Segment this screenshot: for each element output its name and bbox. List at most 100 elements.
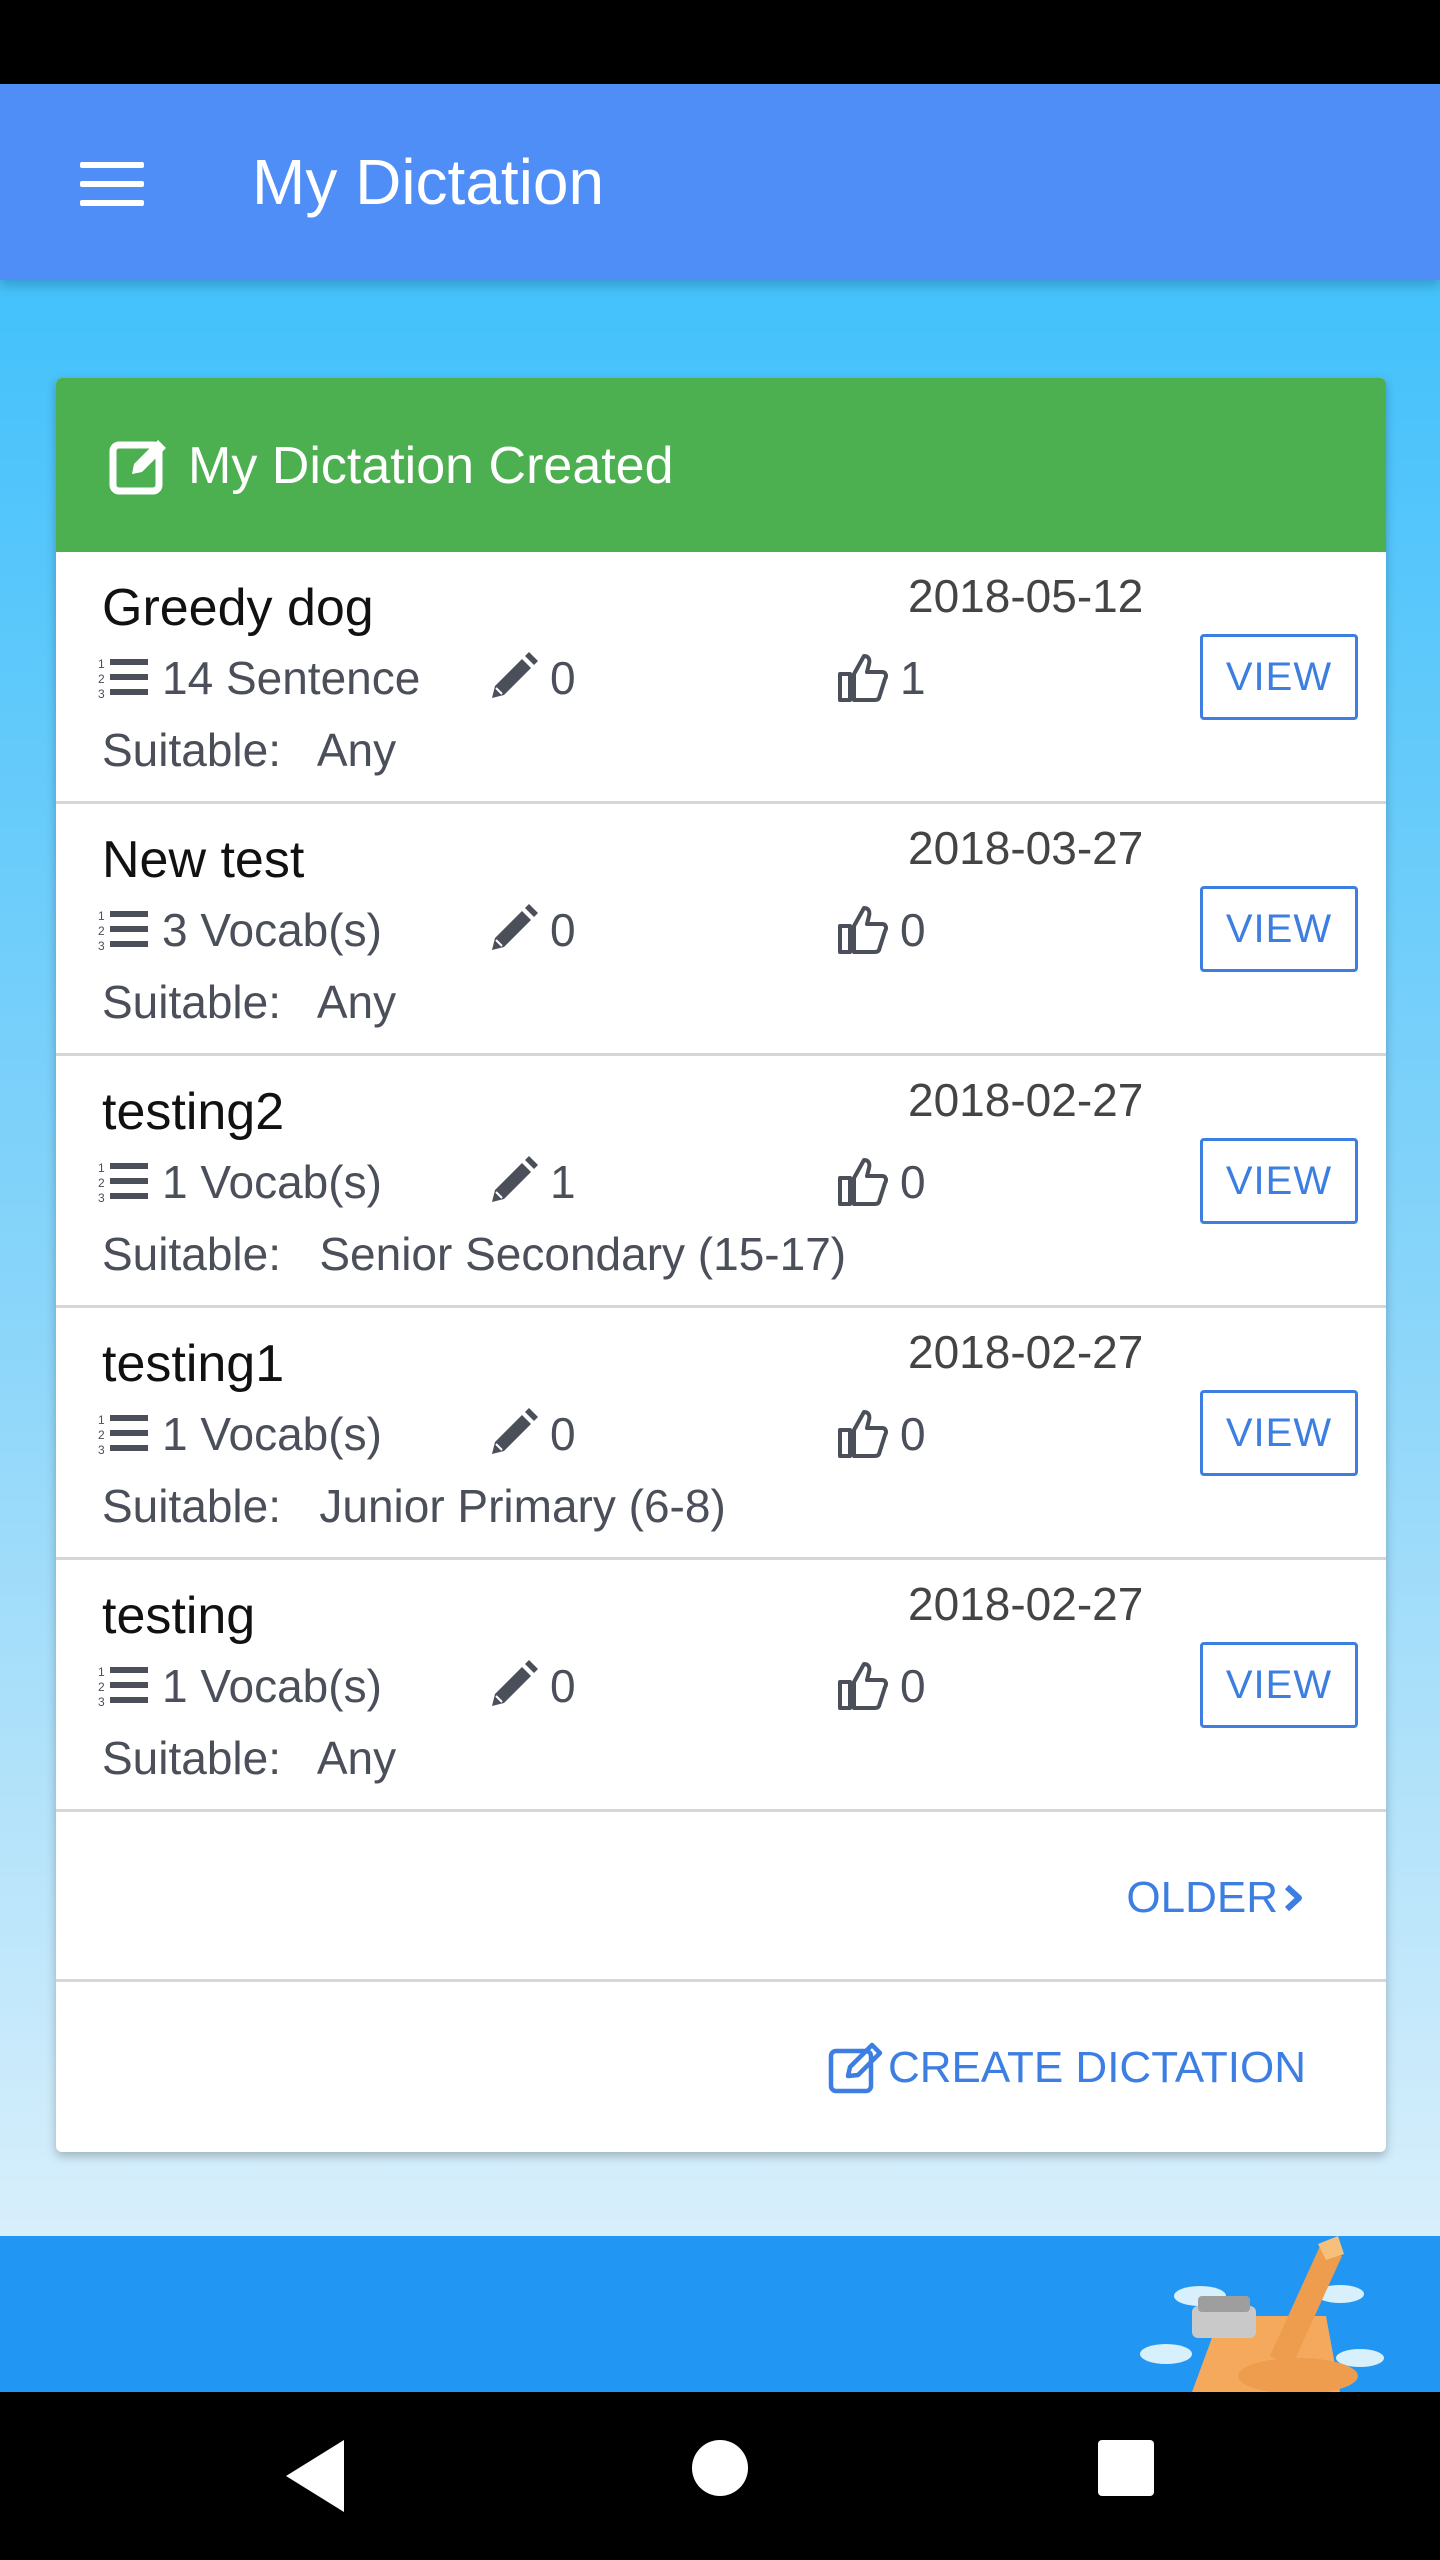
edit-count-text: 0 xyxy=(550,904,576,956)
view-button[interactable]: VIEW xyxy=(1200,634,1358,720)
create-dictation-label: CREATE DICTATION xyxy=(888,2043,1306,2092)
back-icon[interactable] xyxy=(282,2436,352,2516)
like-count: 0 xyxy=(836,1654,926,1718)
svg-text:3: 3 xyxy=(98,1191,105,1204)
svg-text:1: 1 xyxy=(98,1161,105,1175)
dictation-row[interactable]: testing1 2018-02-27 1 2 3 1 Vocab(s) 0 0 Suitabl… xyxy=(56,1308,1386,1560)
suitable-info: Suitable: Any xyxy=(102,1726,396,1790)
view-button[interactable]: VIEW xyxy=(1200,1642,1358,1728)
dictation-date: 2018-02-27 xyxy=(908,1578,1144,1630)
create-dictation-button[interactable]: CREATE DICTATION xyxy=(828,2030,1306,2106)
svg-text:1: 1 xyxy=(98,909,105,923)
suitable-info: Suitable: Junior Primary (6-8) xyxy=(102,1474,726,1538)
dictation-date: 2018-05-12 xyxy=(908,570,1144,622)
item-count: 123 3 Vocab(s) xyxy=(98,898,382,962)
older-label: OLDER xyxy=(1126,1873,1278,1922)
numbered-list-icon: 123 xyxy=(98,1665,148,1708)
numbered-list-icon: 123 xyxy=(98,909,148,952)
like-count-text: 0 xyxy=(900,1408,926,1460)
suitable-info: Suitable: Any xyxy=(102,718,396,782)
thumbs-up-icon xyxy=(838,1662,888,1710)
mascot-illustration xyxy=(1140,2236,1384,2392)
svg-text:2: 2 xyxy=(98,1680,105,1694)
footer-banner xyxy=(0,2236,1440,2392)
item-count: 123 1 Vocab(s) xyxy=(98,1402,382,1466)
pencil-icon xyxy=(492,1156,538,1202)
like-count: 1 xyxy=(836,646,926,710)
view-button[interactable]: VIEW xyxy=(1200,886,1358,972)
dictation-date: 2018-02-27 xyxy=(908,1074,1144,1126)
item-count: 123 1 Vocab(s) xyxy=(98,1150,382,1214)
suitable-value: Any xyxy=(316,976,397,1028)
like-count-text: 1 xyxy=(900,652,926,704)
svg-text:1: 1 xyxy=(98,657,105,671)
svg-text:1: 1 xyxy=(98,1665,105,1679)
edit-square-icon xyxy=(828,2042,883,2094)
thumbs-up-icon xyxy=(838,906,888,954)
suitable-label: Suitable: xyxy=(102,724,282,776)
like-count-text: 0 xyxy=(900,904,926,956)
item-count-text: 1 Vocab(s) xyxy=(162,1408,382,1460)
svg-text:3: 3 xyxy=(98,1695,105,1708)
item-count: 1 2 3 14 Sentence xyxy=(98,646,420,710)
card-header: My Dictation Created xyxy=(56,378,1386,552)
numbered-list-icon: 123 xyxy=(98,657,148,700)
svg-text:2: 2 xyxy=(98,1428,105,1442)
system-nav-bar xyxy=(0,2392,1440,2560)
older-link[interactable]: OLDER xyxy=(1126,1860,1306,1936)
svg-text:2: 2 xyxy=(98,1176,105,1190)
suitable-label: Suitable: xyxy=(102,1480,282,1532)
thumbs-up-icon xyxy=(838,1158,888,1206)
edit-count: 0 xyxy=(486,1654,576,1718)
edit-count-text: 0 xyxy=(550,652,576,704)
svg-text:1: 1 xyxy=(98,1413,105,1427)
hamburger-menu-icon[interactable] xyxy=(80,162,144,206)
like-count: 0 xyxy=(836,898,926,962)
suitable-info: Suitable: Any xyxy=(102,970,396,1034)
numbered-list-icon: 123 xyxy=(98,1161,148,1204)
edit-square-icon xyxy=(109,440,166,495)
edit-count-text: 1 xyxy=(550,1156,576,1208)
svg-text:3: 3 xyxy=(98,687,105,700)
svg-text:2: 2 xyxy=(98,672,105,686)
dictation-name: New test xyxy=(102,831,305,889)
thumbs-up-icon xyxy=(838,654,888,702)
suitable-label: Suitable: xyxy=(102,976,282,1028)
dictation-name: testing1 xyxy=(102,1335,285,1393)
thumbs-up-icon xyxy=(838,1410,888,1458)
svg-text:3: 3 xyxy=(98,939,105,952)
dictation-row[interactable]: testing 2018-02-27 1 2 3 1 Vocab(s) 0 0 Suitable… xyxy=(56,1560,1386,1812)
card-title: My Dictation Created xyxy=(188,437,674,495)
like-count: 0 xyxy=(836,1402,926,1466)
dictation-row[interactable]: testing2 2018-02-27 1 2 3 1 Vocab(s) 1 0 Suitabl… xyxy=(56,1056,1386,1308)
pencil-icon xyxy=(492,904,538,950)
item-count-text: 1 Vocab(s) xyxy=(162,1660,382,1712)
numbered-list-icon: 123 xyxy=(98,1413,148,1456)
edit-count-text: 0 xyxy=(550,1408,576,1460)
recent-apps-icon[interactable] xyxy=(1098,2440,1154,2496)
dictation-date: 2018-02-27 xyxy=(908,1326,1144,1378)
svg-text:2: 2 xyxy=(98,924,105,938)
dictation-row[interactable]: New test 2018-03-27 1 2 3 3 Vocab(s) 0 0 Suitabl… xyxy=(56,804,1386,1056)
dictation-name: testing xyxy=(102,1587,256,1645)
dictation-name: Greedy dog xyxy=(102,579,374,637)
suitable-value: Senior Secondary (15-17) xyxy=(319,1228,847,1280)
edit-count-text: 0 xyxy=(550,1660,576,1712)
edit-count: 0 xyxy=(486,1402,576,1466)
home-icon[interactable] xyxy=(692,2440,748,2496)
edit-count: 0 xyxy=(486,646,576,710)
view-button[interactable]: VIEW xyxy=(1200,1138,1358,1224)
svg-text:3: 3 xyxy=(98,1443,105,1456)
like-count-text: 0 xyxy=(900,1660,926,1712)
dictation-row[interactable]: Greedy dog 2018-05-12 1 2 3 14 Sentence 0 1 Suit… xyxy=(56,552,1386,804)
suitable-value: Any xyxy=(316,1732,397,1784)
app-bar: My Dictation xyxy=(0,84,1440,280)
view-button[interactable]: VIEW xyxy=(1200,1390,1358,1476)
dictation-date: 2018-03-27 xyxy=(908,822,1144,874)
item-count-text: 14 Sentence xyxy=(162,652,421,704)
chevron-right-icon xyxy=(1284,1884,1302,1912)
status-bar xyxy=(0,0,1440,84)
suitable-label: Suitable: xyxy=(102,1732,282,1784)
suitable-value: Junior Primary (6-8) xyxy=(319,1480,726,1532)
suitable-info: Suitable: Senior Secondary (15-17) xyxy=(102,1222,846,1286)
